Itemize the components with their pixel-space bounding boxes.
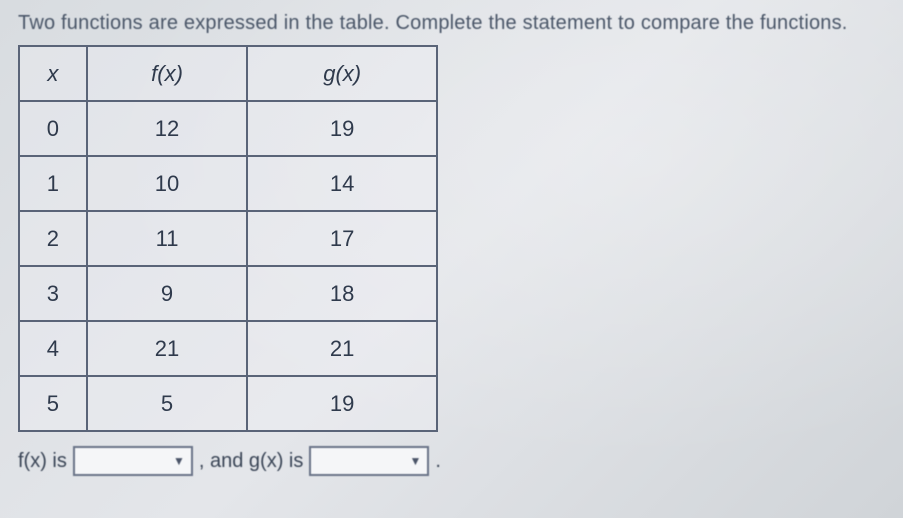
cell-gx: 21 bbox=[247, 321, 437, 376]
cell-gx: 14 bbox=[247, 156, 437, 211]
cell-x: 4 bbox=[19, 321, 87, 376]
period-text: . bbox=[435, 450, 441, 473]
cell-gx: 18 bbox=[247, 266, 437, 321]
cell-x: 1 bbox=[19, 156, 87, 211]
table-row: 2 11 17 bbox=[19, 211, 437, 266]
header-x: x bbox=[19, 46, 87, 101]
cell-fx: 10 bbox=[87, 156, 248, 211]
cell-x: 5 bbox=[19, 376, 87, 431]
table-row: 5 5 19 bbox=[19, 376, 437, 431]
functions-table: x f(x) g(x) 0 12 19 1 10 14 2 11 17 3 9 … bbox=[18, 45, 438, 432]
table-header-row: x f(x) g(x) bbox=[19, 46, 437, 101]
cell-gx: 17 bbox=[247, 211, 437, 266]
table-row: 4 21 21 bbox=[19, 321, 437, 376]
header-gx: g(x) bbox=[247, 46, 437, 101]
cell-fx: 12 bbox=[87, 101, 248, 156]
table-row: 0 12 19 bbox=[19, 101, 437, 156]
cell-gx: 19 bbox=[247, 101, 437, 156]
cell-fx: 9 bbox=[87, 266, 248, 321]
header-fx: f(x) bbox=[87, 46, 248, 101]
cell-x: 3 bbox=[19, 266, 87, 321]
cell-fx: 21 bbox=[87, 321, 248, 376]
fx-dropdown[interactable]: ▼ bbox=[73, 446, 193, 476]
table-row: 3 9 18 bbox=[19, 266, 437, 321]
between-text: , and g(x) is bbox=[199, 450, 303, 473]
chevron-down-icon: ▼ bbox=[173, 454, 185, 468]
gx-dropdown[interactable]: ▼ bbox=[309, 446, 429, 476]
cell-x: 0 bbox=[19, 101, 87, 156]
table-row: 1 10 14 bbox=[19, 156, 437, 211]
completion-statement: f(x) is ▼ , and g(x) is ▼ . bbox=[18, 446, 885, 476]
fx-label: f(x) is bbox=[18, 450, 67, 473]
cell-fx: 5 bbox=[87, 376, 248, 431]
instruction-text: Two functions are expressed in the table… bbox=[18, 12, 885, 35]
cell-x: 2 bbox=[19, 211, 87, 266]
cell-gx: 19 bbox=[247, 376, 437, 431]
chevron-down-icon: ▼ bbox=[409, 454, 421, 468]
cell-fx: 11 bbox=[87, 211, 248, 266]
